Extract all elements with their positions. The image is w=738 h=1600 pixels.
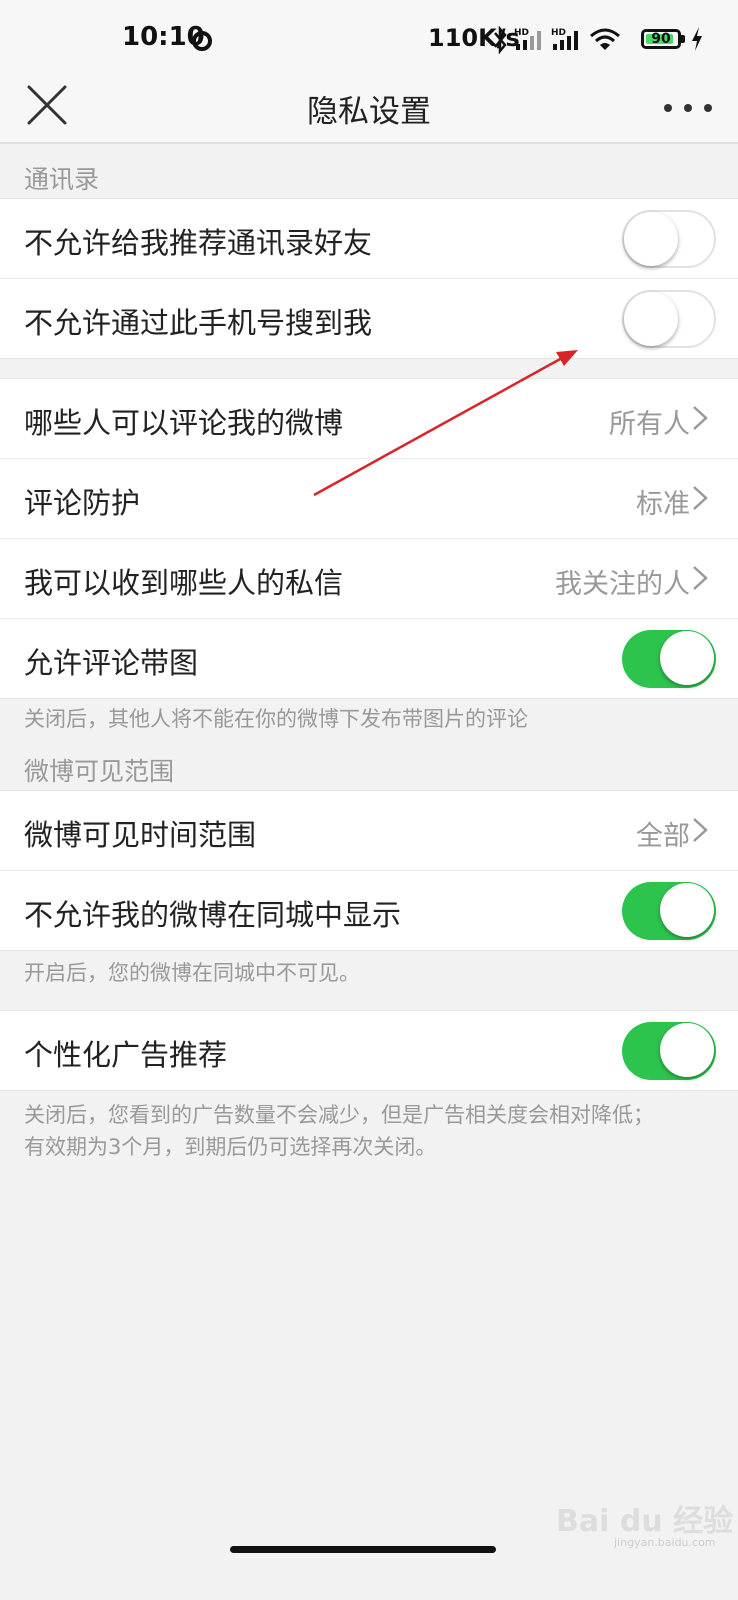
chevron-right-icon bbox=[693, 566, 708, 590]
toggle-personalized-ads[interactable] bbox=[622, 1022, 716, 1080]
note-line: 关闭后，您看到的广告数量不会减少，但是广告相关度会相对降低； bbox=[24, 1103, 654, 1127]
note-comment-images: 关闭后，其他人将不能在你的微博下发布带图片的评论 bbox=[24, 707, 528, 731]
bluetooth-icon bbox=[494, 26, 507, 54]
more-icon[interactable] bbox=[660, 96, 716, 120]
section-label-visibility: 微博可见范围 bbox=[24, 757, 175, 786]
watermark-logo: Bai du 经验 bbox=[556, 1504, 734, 1539]
row-hide-in-local: 不允许我的微博在同城中显示 bbox=[0, 871, 738, 950]
signal-icon: HD bbox=[551, 28, 578, 50]
row-label: 我可以收到哪些人的私信 bbox=[24, 566, 344, 600]
toggle-allow-comment-images[interactable] bbox=[622, 630, 716, 688]
note-personalized-ads: 关闭后，您看到的广告数量不会减少，但是广告相关度会相对降低； 有效期为3个月，到… bbox=[24, 1099, 654, 1163]
watermark-url: jingyan.baidu.com bbox=[614, 1536, 716, 1549]
wifi-icon bbox=[590, 28, 620, 50]
row-value: 我关注的人 bbox=[555, 569, 690, 600]
page-title: 隐私设置 bbox=[307, 94, 431, 130]
row-label: 哪些人可以评论我的微博 bbox=[24, 406, 344, 440]
row-label: 不允许我的微博在同城中显示 bbox=[24, 898, 402, 932]
chevron-right-icon bbox=[693, 818, 708, 842]
visibility-group: 微博可见时间范围 全部 不允许我的微博在同城中显示 bbox=[0, 790, 738, 951]
row-no-search-by-phone: 不允许通过此手机号搜到我 bbox=[0, 279, 738, 358]
signal-hd-label: HD bbox=[514, 28, 529, 38]
interaction-group: 哪些人可以评论我的微博 所有人 评论防护 标准 我可以收到哪些人的私信 我关注的… bbox=[0, 378, 738, 699]
row-label: 不允许给我推荐通讯录好友 bbox=[24, 226, 373, 260]
row-personalized-ads: 个性化广告推荐 bbox=[0, 1011, 738, 1090]
note-line: 有效期为3个月，到期后仍可选择再次关闭。 bbox=[24, 1135, 437, 1159]
battery-percentage: 90 bbox=[651, 31, 671, 47]
ads-group: 个性化广告推荐 bbox=[0, 1010, 738, 1091]
row-label: 微博可见时间范围 bbox=[24, 818, 257, 852]
nav-header: 隐私设置 bbox=[0, 80, 738, 144]
row-value: 标准 bbox=[636, 489, 690, 520]
row-label: 个性化广告推荐 bbox=[24, 1038, 228, 1072]
row-private-messages[interactable]: 我可以收到哪些人的私信 我关注的人 bbox=[0, 539, 738, 619]
battery-cap bbox=[681, 35, 685, 43]
sync-icon bbox=[192, 31, 212, 51]
toggle-no-search-by-phone[interactable] bbox=[622, 290, 716, 348]
row-value: 全部 bbox=[636, 821, 690, 852]
toggle-no-recommend-contacts[interactable] bbox=[622, 210, 716, 268]
battery-icon: 90 bbox=[641, 29, 681, 49]
signal-hd-label: HD bbox=[551, 28, 566, 38]
status-bar: 10:10 110K/s HD HD 90 bbox=[0, 0, 738, 80]
row-label: 评论防护 bbox=[24, 486, 141, 520]
row-visible-time-range[interactable]: 微博可见时间范围 全部 bbox=[0, 791, 738, 871]
signal-icon: HD bbox=[514, 28, 541, 50]
row-label: 允许评论带图 bbox=[24, 646, 199, 680]
row-allow-comment-images: 允许评论带图 bbox=[0, 619, 738, 698]
row-who-can-comment[interactable]: 哪些人可以评论我的微博 所有人 bbox=[0, 379, 738, 459]
toggle-hide-in-local[interactable] bbox=[622, 882, 716, 940]
contacts-group: 不允许给我推荐通讯录好友 不允许通过此手机号搜到我 bbox=[0, 198, 738, 359]
row-value: 所有人 bbox=[609, 409, 690, 440]
chevron-right-icon bbox=[693, 486, 708, 510]
row-no-recommend-contacts: 不允许给我推荐通讯录好友 bbox=[0, 199, 738, 279]
row-comment-protection[interactable]: 评论防护 标准 bbox=[0, 459, 738, 539]
section-label-contacts: 通讯录 bbox=[24, 165, 100, 194]
chevron-right-icon bbox=[693, 406, 708, 430]
home-indicator[interactable] bbox=[230, 1546, 496, 1553]
row-label: 不允许通过此手机号搜到我 bbox=[24, 306, 373, 340]
charging-icon bbox=[692, 27, 702, 51]
note-hide-in-local: 开启后，您的微博在同城中不可见。 bbox=[24, 961, 360, 985]
